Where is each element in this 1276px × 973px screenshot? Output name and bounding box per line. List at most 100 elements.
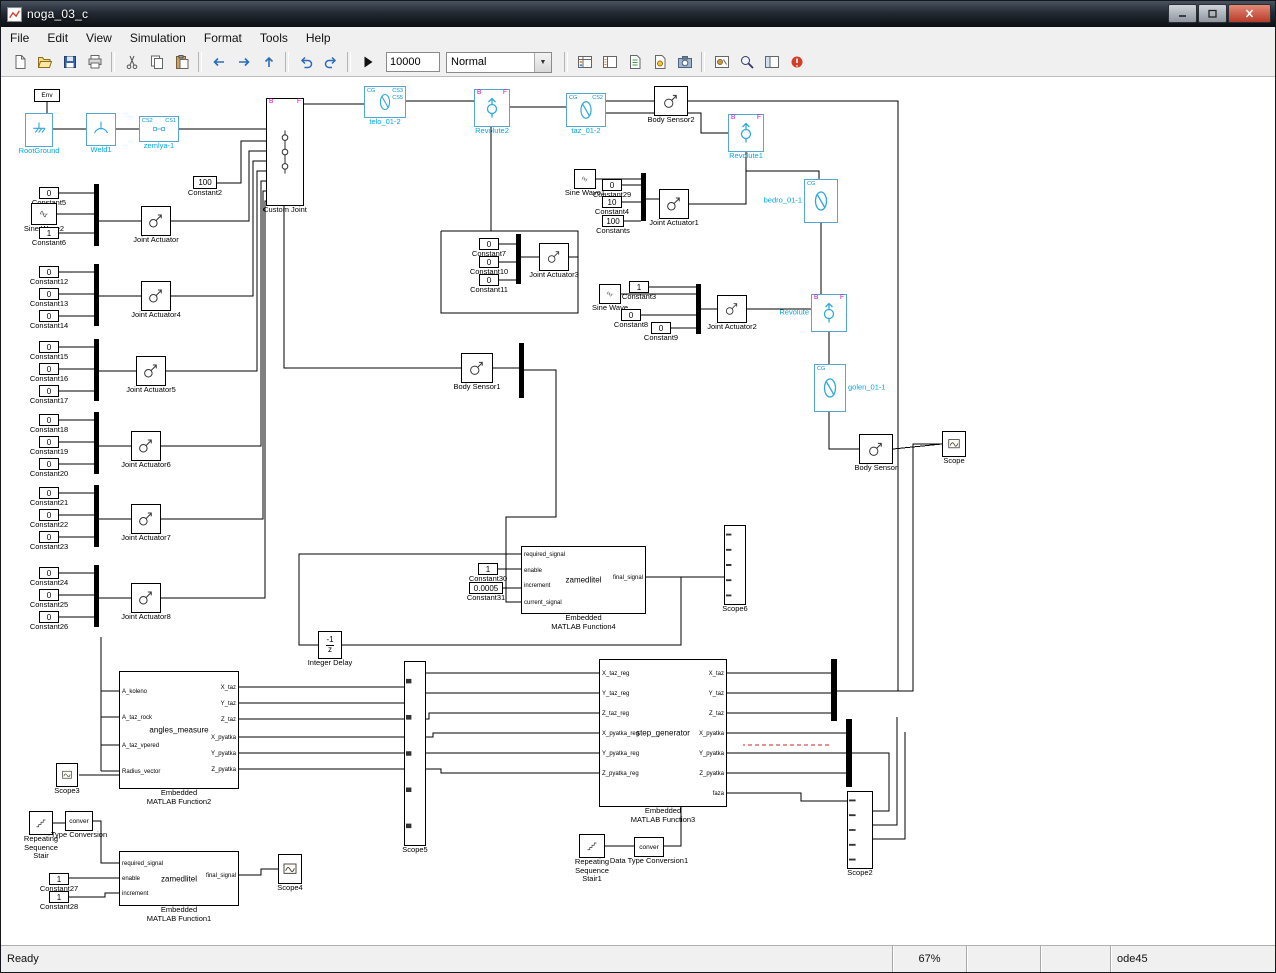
block-joint-actuator1[interactable]: Joint Actuator1 xyxy=(659,189,689,219)
block-constant11[interactable]: 0Constant11 xyxy=(479,274,499,286)
block-constant15[interactable]: 0Constant15 xyxy=(39,341,59,353)
block-mux12[interactable] xyxy=(846,719,852,787)
block-body-sensor[interactable]: Body Sensor xyxy=(859,434,893,464)
undo-button[interactable] xyxy=(293,50,318,74)
block-constant14[interactable]: 0Constant14 xyxy=(39,310,59,322)
block-joint-actuator4[interactable]: Joint Actuator4 xyxy=(141,281,171,311)
block-constant12[interactable]: 0Constant12 xyxy=(39,266,59,278)
menu-simulation[interactable]: Simulation xyxy=(121,29,195,47)
save-model-button[interactable] xyxy=(57,50,82,74)
block-constant25[interactable]: 0Constant25 xyxy=(39,589,59,601)
block-scope[interactable]: Scope xyxy=(942,431,966,457)
block-scope2[interactable]: Scope2 xyxy=(847,791,873,869)
copy-button[interactable] xyxy=(144,50,169,74)
library-browser-button[interactable] xyxy=(572,50,597,74)
back-button[interactable] xyxy=(206,50,231,74)
diagram-canvas[interactable]: Env RootGround Weld1 CS2CS1zemlya-1 BFCustom… xyxy=(1,77,1276,948)
block-weld1[interactable]: Weld1 xyxy=(86,113,116,146)
block-constant9[interactable]: 0Constant9 xyxy=(651,322,671,334)
block-joint-actuator2[interactable]: Joint Actuator2 xyxy=(717,295,747,323)
block-emf2[interactable]: angles_measureA_kolenoA_taz_rockA_taz_vp… xyxy=(119,671,239,789)
block-sine-wave[interactable]: Sine Wave xyxy=(599,284,621,304)
block-emf3[interactable]: step_generatorX_taz_regY_taz_regZ_taz_re… xyxy=(599,659,727,807)
report-button[interactable] xyxy=(622,50,647,74)
block-zemlya-1[interactable]: CS2CS1zemlya-1 xyxy=(139,116,179,142)
model-browser-button[interactable] xyxy=(759,50,784,74)
menu-tools[interactable]: Tools xyxy=(251,29,297,47)
model-explorer-button[interactable] xyxy=(597,50,622,74)
block-constant18[interactable]: 0Constant18 xyxy=(39,414,59,426)
block-sine-wave2[interactable]: Sine Wave2 xyxy=(31,203,57,225)
block-sine-wave1[interactable]: Sine Wave1 xyxy=(574,169,596,189)
block-scope4[interactable]: Scope4 xyxy=(278,854,302,884)
block-constant8[interactable]: 0Constant8 xyxy=(621,309,641,321)
block-data-type-conversion1[interactable]: converData Type Conversion1 xyxy=(634,837,664,857)
block-mux7[interactable] xyxy=(641,173,646,221)
print-button[interactable] xyxy=(82,50,107,74)
block-constant13[interactable]: 0Constant13 xyxy=(39,288,59,300)
block-constant2[interactable]: 100Constant2 xyxy=(193,176,217,189)
block-repeating-sequence-stair1[interactable]: Repeating Sequence Stair1 xyxy=(579,834,605,858)
block-joint-actuator6[interactable]: Joint Actuator6 xyxy=(131,431,161,461)
minimize-button[interactable] xyxy=(1168,4,1197,23)
block-bedro-01-1[interactable]: CGbedro_01-1 xyxy=(804,179,838,223)
open-model-button[interactable] xyxy=(32,50,57,74)
block-constant21[interactable]: 0Constant21 xyxy=(39,487,59,499)
block-joint-actuator[interactable]: Joint Actuator xyxy=(141,206,171,236)
block-scope5[interactable]: Scope5 xyxy=(404,661,426,846)
block-constant16[interactable]: 0Constant16 xyxy=(39,363,59,375)
debug-button[interactable] xyxy=(709,50,734,74)
block-joint-actuator8[interactable]: Joint Actuator8 xyxy=(131,583,161,613)
block-mux6[interactable] xyxy=(94,565,99,627)
menu-help[interactable]: Help xyxy=(297,29,340,47)
new-model-button[interactable] xyxy=(7,50,32,74)
block-mux1[interactable] xyxy=(94,184,99,246)
block-emf1[interactable]: zamedlitelrequired_signalenableincrement… xyxy=(119,851,239,906)
block-revolute1[interactable]: BFRevolute1 xyxy=(728,114,764,152)
block-joint-actuator5[interactable]: Joint Actuator5 xyxy=(136,356,166,386)
block-joint-actuator3[interactable]: Joint Actuator3 xyxy=(539,243,569,271)
block-constant6[interactable]: 1Constant6 xyxy=(39,227,59,239)
block-mux9[interactable] xyxy=(696,284,701,334)
block-custom-joint[interactable]: BFCustom Joint xyxy=(266,98,304,206)
block-constant5[interactable]: 0Constant5 xyxy=(39,187,59,199)
block-type-conversion[interactable]: converType Conversion xyxy=(65,811,93,831)
block-constant26[interactable]: 0Constant26 xyxy=(39,611,59,623)
block-mux8[interactable] xyxy=(516,234,521,284)
block-root-ground[interactable]: RootGround xyxy=(25,113,53,147)
maximize-button[interactable] xyxy=(1198,4,1227,23)
block-scope3[interactable]: Scope3 xyxy=(56,763,78,787)
snapshot-button[interactable] xyxy=(672,50,697,74)
block-constant19[interactable]: 0Constant19 xyxy=(39,436,59,448)
find-button[interactable] xyxy=(734,50,759,74)
block-mux4[interactable] xyxy=(94,412,99,474)
block-mux2[interactable] xyxy=(94,264,99,326)
block-constant3[interactable]: 1Constant3 xyxy=(629,281,649,293)
menu-view[interactable]: View xyxy=(77,29,121,47)
block-mux10[interactable] xyxy=(519,343,524,398)
block-constant24[interactable]: 0Constant24 xyxy=(39,567,59,579)
forward-button[interactable] xyxy=(231,50,256,74)
block-constant27[interactable]: 1Constant27 xyxy=(49,873,69,885)
block-constant5b[interactable]: 100Constants xyxy=(602,215,624,227)
redo-button[interactable] xyxy=(318,50,343,74)
sim-mode-select[interactable]: Normal▼ xyxy=(446,52,552,73)
block-constant4[interactable]: 10Constant4 xyxy=(602,196,622,208)
close-button[interactable] xyxy=(1228,4,1271,23)
block-joint-actuator7[interactable]: Joint Actuator7 xyxy=(131,504,161,534)
block-mux3[interactable] xyxy=(94,339,99,401)
menu-edit[interactable]: Edit xyxy=(38,29,77,47)
diagnostics-button[interactable] xyxy=(784,50,809,74)
block-taz-01-2[interactable]: CGCS2taz_01-2 xyxy=(566,93,606,127)
block-env[interactable]: Env xyxy=(34,89,60,102)
block-constant20[interactable]: 0Constant20 xyxy=(39,458,59,470)
block-mux11[interactable] xyxy=(831,659,837,721)
sim-stop-time-input[interactable] xyxy=(386,52,440,72)
block-revolute[interactable]: BFRevolute xyxy=(811,294,847,332)
start-simulation-button[interactable] xyxy=(355,50,380,74)
block-constant22[interactable]: 0Constant22 xyxy=(39,509,59,521)
cut-button[interactable] xyxy=(119,50,144,74)
block-constant30[interactable]: 1Constant30 xyxy=(478,563,498,575)
generate-code-button[interactable] xyxy=(647,50,672,74)
block-mux5[interactable] xyxy=(94,485,99,547)
